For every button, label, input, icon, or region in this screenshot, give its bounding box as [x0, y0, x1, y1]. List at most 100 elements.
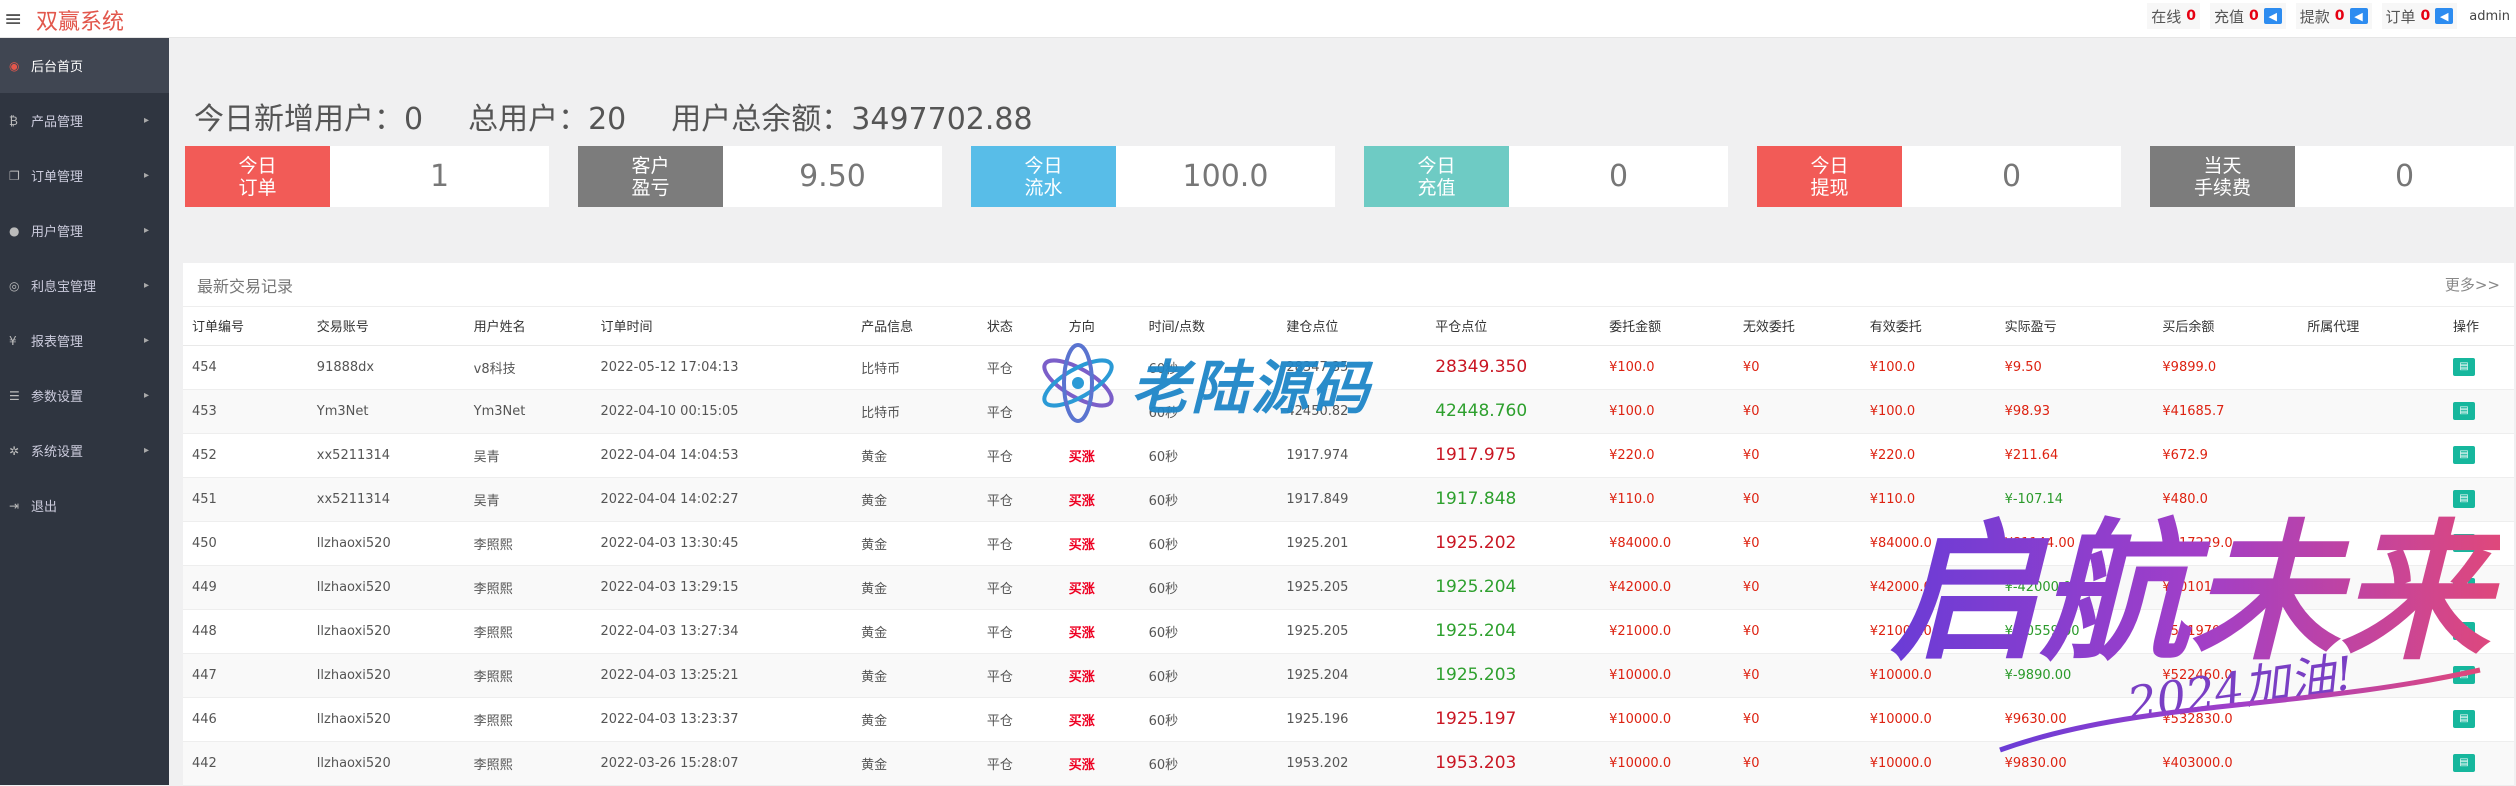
speaker-icon[interactable]: ◀ — [2263, 8, 2282, 24]
detail-button[interactable]: ▤ — [2453, 402, 2475, 420]
cell-text: 平仓 — [986, 361, 1013, 377]
table-cell: ¥0 — [1733, 389, 1861, 434]
piggy-icon: ◎ — [9, 278, 20, 293]
table-cell: 1925.202 — [1426, 521, 1601, 566]
table-cell — [1059, 389, 1140, 434]
cell-text: 买涨 — [1068, 757, 1095, 773]
table-cell: 买涨 — [1059, 609, 1140, 654]
bitcoin-icon: ₿ — [9, 113, 18, 128]
table-cell: 买涨 — [1059, 477, 1140, 522]
table-cell: 60秒 — [1139, 609, 1278, 654]
table-cell: ¥0 — [1733, 433, 1861, 478]
online-stat[interactable]: 在线 0 — [2147, 3, 2200, 29]
cell-text: 2022-04-03 13:29:15 — [600, 579, 739, 595]
table-cell: 2022-03-26 15:28:07 — [591, 741, 853, 786]
table-cell: ¥0 — [1733, 565, 1861, 610]
table-cell: ¥84000.0 — [1860, 521, 1996, 566]
sidebar-item-label: 退出 — [31, 500, 58, 515]
menu-icon[interactable]: ≡ — [4, 7, 22, 32]
cell-text: 60秒 — [1148, 449, 1179, 465]
table-cell: 60秒 — [1139, 565, 1278, 610]
sidebar-item-7[interactable]: ✲ 系统设置 ▸ — [0, 423, 169, 478]
table-cell: 1925.205 — [1277, 609, 1427, 654]
sidebar-item-3[interactable]: ● 用户管理 ▸ — [0, 203, 169, 258]
table-cell: 60秒 — [1139, 345, 1278, 390]
cell-text: Ym3Net — [473, 403, 526, 419]
table-cell: llzhaoxi520 — [307, 697, 465, 742]
cell-text: 450 — [192, 535, 217, 551]
detail-button[interactable]: ▤ — [2453, 666, 2475, 684]
cell-text: ¥501011.0 — [2162, 579, 2233, 595]
table-cell: ¥10000.0 — [1600, 741, 1734, 786]
sidebar-item-label: 订单管理 — [31, 170, 84, 185]
table-cell — [2298, 521, 2444, 566]
table-cell: ¥110.0 — [1860, 477, 1996, 522]
panel-title: 最新交易记录 — [197, 276, 294, 296]
cell-text: ¥617229.0 — [2162, 535, 2233, 551]
column-header: 时间/点数 — [1139, 307, 1278, 346]
table-cell — [2298, 389, 2444, 434]
cell-text: ¥81144.00 — [2004, 535, 2075, 551]
cell-text: 2022-03-26 15:28:07 — [600, 755, 739, 771]
table-cell: ▤ — [2444, 521, 2514, 566]
cell-text: 比特币 — [861, 405, 901, 421]
detail-button[interactable]: ▤ — [2453, 490, 2475, 508]
user-icon: ● — [9, 223, 20, 238]
cell-text: 1953.203 — [1435, 753, 1517, 773]
detail-button[interactable]: ▤ — [2453, 446, 2475, 464]
chevron-right-icon: ▸ — [143, 390, 149, 401]
sidebar-item-label: 参数设置 — [31, 390, 84, 405]
recharge-stat[interactable]: 充值 0 ◀ — [2209, 3, 2286, 29]
sidebar-item-4[interactable]: ◎ 利息宝管理 ▸ — [0, 258, 169, 313]
cell-text: ¥10000.0 — [1609, 711, 1672, 727]
cell-text: ¥0 — [1742, 623, 1760, 639]
table-cell: 黄金 — [852, 477, 978, 522]
detail-button[interactable]: ▤ — [2453, 622, 2475, 640]
speaker-icon[interactable]: ◀ — [2435, 8, 2454, 24]
detail-button[interactable]: ▤ — [2453, 710, 2475, 728]
cell-text: 60秒 — [1148, 581, 1179, 597]
cell-text: ¥100.0 — [1609, 359, 1655, 375]
table-cell: 买涨 — [1059, 741, 1140, 786]
table-cell: 黄金 — [852, 653, 978, 698]
table-cell: ¥0 — [1733, 653, 1861, 698]
admin-user[interactable]: admin — [2469, 9, 2510, 24]
sidebar-item-1[interactable]: ₿ 产品管理 ▸ — [0, 93, 169, 148]
more-link[interactable]: 更多>> — [2445, 274, 2500, 295]
stat-card-value: 0 — [2394, 159, 2415, 194]
cell-text: 60秒 — [1148, 625, 1179, 641]
cell-text: 2022-04-03 13:27:34 — [600, 623, 739, 639]
table-cell: ▤ — [2444, 653, 2514, 698]
table-cell: 60秒 — [1139, 433, 1278, 478]
sidebar-item-8[interactable]: ⇥ 退出 — [0, 478, 169, 533]
table-cell: ¥100.0 — [1600, 345, 1734, 390]
table-cell: ¥211.64 — [1995, 433, 2154, 478]
withdraw-stat[interactable]: 提款 0 ◀ — [2295, 3, 2372, 29]
table-cell: 李照熙 — [464, 653, 592, 698]
cell-text: 平仓 — [986, 405, 1013, 421]
cell-text: ¥0 — [1742, 491, 1760, 507]
table-cell — [2298, 477, 2444, 522]
table-cell: 446 — [183, 697, 308, 742]
cell-text: ¥9630.00 — [2004, 711, 2067, 727]
order-stat[interactable]: 订单 0 ◀ — [2381, 3, 2458, 29]
column-header: 无效委托 — [1733, 307, 1861, 346]
cell-text: 买涨 — [1068, 449, 1095, 465]
detail-button[interactable]: ▤ — [2453, 534, 2475, 552]
cell-text: 2022-04-03 13:30:45 — [600, 535, 739, 551]
table-cell: ¥-107.14 — [1995, 477, 2154, 522]
detail-button[interactable]: ▤ — [2453, 358, 2475, 376]
sidebar-item-2[interactable]: ❐ 订单管理 ▸ — [0, 148, 169, 203]
detail-button[interactable]: ▤ — [2453, 578, 2475, 596]
sidebar-item-5[interactable]: ¥ 报表管理 ▸ — [0, 313, 169, 368]
table-cell: ¥0 — [1733, 609, 1861, 654]
sidebar-item-0[interactable]: ◉ 后台首页 — [0, 38, 169, 93]
detail-button[interactable]: ▤ — [2453, 754, 2475, 772]
table-cell: llzhaoxi520 — [307, 653, 465, 698]
table-cell: ¥-9890.00 — [1995, 653, 2154, 698]
cell-text: xx5211314 — [316, 447, 391, 463]
table-cell: 黄金 — [852, 697, 978, 742]
sidebar-item-6[interactable]: ☰ 参数设置 ▸ — [0, 368, 169, 423]
speaker-icon[interactable]: ◀ — [2349, 8, 2368, 24]
cell-text: ¥100.0 — [1869, 359, 1916, 375]
